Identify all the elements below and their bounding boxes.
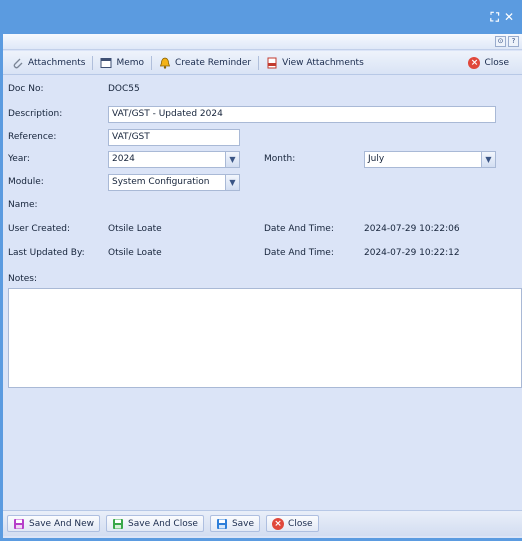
dialog-body: ⊙ ? Attachments Memo Create Reminder Vie…	[3, 34, 522, 538]
year-select-value: 2024	[112, 154, 135, 164]
save-icon	[112, 518, 124, 530]
save-icon	[13, 518, 25, 530]
save-label: Save	[231, 518, 255, 529]
doc-no-label: Doc No:	[8, 84, 44, 94]
updated-datetime-value: 2024-07-29 10:22:12	[364, 248, 460, 258]
save-and-close-button[interactable]: Save And Close	[106, 515, 204, 532]
save-icon	[216, 518, 228, 530]
notes-textarea[interactable]	[8, 288, 522, 388]
create-reminder-button[interactable]: Create Reminder	[154, 53, 256, 73]
description-input[interactable]: VAT/GST - Updated 2024	[108, 106, 496, 123]
header-strip: ⊙ ?	[3, 34, 522, 50]
dialog-window: ⛶ ✕ ⊙ ? Attachments Memo Create Reminder…	[0, 0, 522, 541]
close-button[interactable]: × Close	[266, 515, 319, 532]
month-select[interactable]: July ▼	[364, 151, 496, 168]
help-icon[interactable]: ?	[508, 36, 519, 47]
title-icons: ⛶ ✕	[491, 11, 514, 23]
reference-label: Reference:	[8, 132, 57, 142]
close-label: Close	[288, 518, 313, 529]
user-created-label: User Created:	[8, 224, 71, 234]
description-label: Description:	[8, 109, 63, 119]
month-select-value: July	[368, 154, 385, 164]
document-form: Doc No: DOC55 Description: VAT/GST - Upd…	[3, 76, 522, 510]
settings-icon[interactable]: ⊙	[495, 36, 506, 47]
bottom-button-bar: Save And New Save And Close Save × Close	[3, 510, 522, 536]
module-label: Module:	[8, 177, 44, 187]
memo-label: Memo	[116, 57, 145, 68]
name-label: Name:	[8, 200, 38, 210]
toolbar-close-button[interactable]: × Close	[463, 53, 514, 73]
save-and-new-button[interactable]: Save And New	[7, 515, 101, 532]
save-and-new-label: Save And New	[29, 518, 95, 529]
close-icon[interactable]: ✕	[504, 11, 514, 23]
module-select-value: System Configuration	[112, 177, 210, 187]
chevron-down-icon[interactable]: ▼	[225, 152, 239, 167]
document-pdf-icon	[266, 57, 278, 69]
created-datetime-label: Date And Time:	[264, 224, 334, 234]
maximize-icon[interactable]: ⛶	[491, 11, 499, 23]
view-attachments-label: View Attachments	[282, 57, 364, 68]
save-button[interactable]: Save	[209, 515, 261, 532]
created-datetime-value: 2024-07-29 10:22:06	[364, 224, 460, 234]
memo-icon	[100, 57, 112, 69]
close-circle-icon: ×	[468, 57, 481, 69]
toolbar-close-label: Close	[484, 58, 509, 68]
last-updated-value: Otsile Loate	[108, 248, 162, 258]
toolbar-divider	[258, 55, 260, 70]
attachments-label: Attachments	[28, 57, 86, 68]
notes-label: Notes:	[8, 274, 38, 284]
reference-input[interactable]: VAT/GST	[108, 129, 240, 146]
toolbar-divider	[92, 55, 94, 70]
close-circle-icon: ×	[272, 517, 285, 530]
updated-datetime-label: Date And Time:	[264, 248, 334, 258]
user-created-value: Otsile Loate	[108, 224, 162, 234]
chevron-down-icon[interactable]: ▼	[225, 175, 239, 190]
year-label: Year:	[8, 154, 30, 164]
title-bar[interactable]: ⛶ ✕	[0, 0, 522, 34]
module-select[interactable]: System Configuration ▼	[108, 174, 240, 191]
paperclip-icon	[12, 57, 24, 69]
doc-no-value: DOC55	[108, 84, 140, 94]
last-updated-label: Last Updated By:	[8, 248, 85, 258]
toolbar-divider	[151, 55, 153, 70]
memo-button[interactable]: Memo	[95, 53, 149, 73]
bell-icon	[159, 57, 171, 69]
chevron-down-icon[interactable]: ▼	[481, 152, 495, 167]
year-select[interactable]: 2024 ▼	[108, 151, 240, 168]
toolbar: Attachments Memo Create Reminder View At…	[3, 51, 522, 75]
attachments-button[interactable]: Attachments	[7, 53, 90, 73]
month-label: Month:	[264, 154, 296, 164]
view-attachments-button[interactable]: View Attachments	[261, 53, 369, 73]
create-reminder-label: Create Reminder	[175, 57, 252, 68]
save-and-close-label: Save And Close	[128, 518, 198, 529]
header-strip-buttons: ⊙ ?	[495, 36, 519, 47]
